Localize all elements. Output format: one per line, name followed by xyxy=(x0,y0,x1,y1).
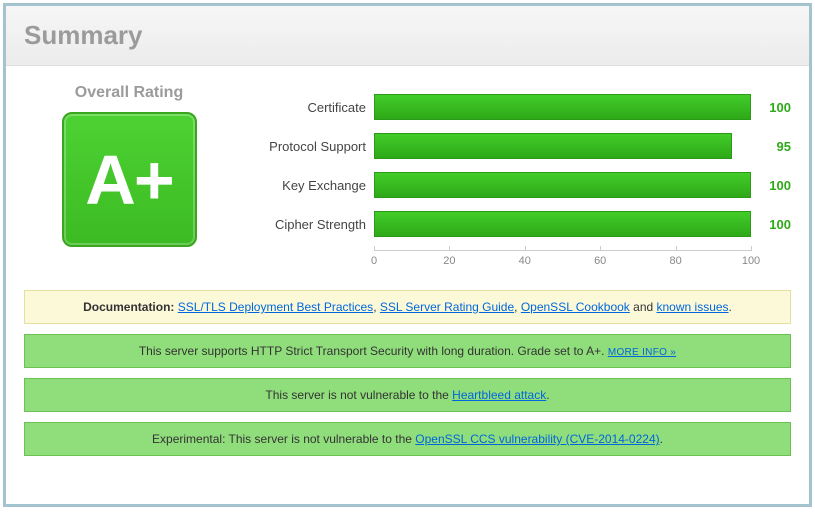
chart-row-label: Certificate xyxy=(234,100,374,115)
ccs-before: Experimental: This server is not vulnera… xyxy=(152,432,415,446)
summary-panel: Summary Overall Rating A+ Certificate 100… xyxy=(3,3,812,507)
panel-body: Overall Rating A+ Certificate 100 Protocol… xyxy=(6,66,809,456)
chart-row-value: 95 xyxy=(751,139,791,154)
heartbleed-link[interactable]: Heartbleed attack xyxy=(452,388,546,402)
chart-row-value: 100 xyxy=(751,217,791,232)
heartbleed-before: This server is not vulnerable to the xyxy=(265,388,452,402)
hsts-note: This server supports HTTP Strict Transpo… xyxy=(24,334,791,368)
chart-track xyxy=(374,94,751,120)
chart-row-value: 100 xyxy=(751,100,791,115)
chart-track xyxy=(374,133,751,159)
ccs-after: . xyxy=(660,432,663,446)
doc-and: and xyxy=(633,300,656,314)
chart-row: Protocol Support 95 xyxy=(234,133,791,159)
doc-prefix: Documentation: xyxy=(83,300,178,314)
axis-tick-label: 0 xyxy=(371,255,377,267)
axis-tick-label: 40 xyxy=(519,255,531,267)
chart: Certificate 100 Protocol Support 95 Key Exch… xyxy=(234,84,791,272)
panel-header: Summary xyxy=(6,6,809,66)
chart-row: Cipher Strength 100 xyxy=(234,211,791,237)
chart-bar xyxy=(374,94,751,120)
chart-row-value: 100 xyxy=(751,178,791,193)
chart-track xyxy=(374,211,751,237)
rating-title: Overall Rating xyxy=(24,84,234,102)
chart-axis: 0 20 40 60 80 100 xyxy=(234,250,791,272)
ccs-note: Experimental: This server is not vulnera… xyxy=(24,422,791,456)
doc-link-rating-guide[interactable]: SSL Server Rating Guide xyxy=(380,300,514,314)
axis-tick-label: 80 xyxy=(669,255,681,267)
ccs-link[interactable]: OpenSSL CCS vulnerability (CVE-2014-0224… xyxy=(415,432,659,446)
chart-row-label: Cipher Strength xyxy=(234,217,374,232)
hsts-more-info-link[interactable]: MORE INFO » xyxy=(608,347,676,358)
rating-badge: A+ xyxy=(62,112,197,247)
chart-bar xyxy=(374,172,751,198)
chart-row: Certificate 100 xyxy=(234,94,791,120)
chart-row-label: Key Exchange xyxy=(234,178,374,193)
doc-link-best-practices[interactable]: SSL/TLS Deployment Best Practices xyxy=(178,300,373,314)
doc-link-known-issues[interactable]: known issues xyxy=(657,300,729,314)
heartbleed-after: . xyxy=(546,388,549,402)
axis-tick-label: 100 xyxy=(742,255,760,267)
chart-track xyxy=(374,172,751,198)
rating-column: Overall Rating A+ xyxy=(24,84,234,247)
hsts-text: This server supports HTTP Strict Transpo… xyxy=(139,344,608,358)
chart-bar xyxy=(374,211,751,237)
axis-tick-label: 60 xyxy=(594,255,606,267)
page-title: Summary xyxy=(24,20,791,51)
rating-grade: A+ xyxy=(85,140,172,220)
documentation-note: Documentation: SSL/TLS Deployment Best P… xyxy=(24,290,791,324)
axis-tick-label: 20 xyxy=(443,255,455,267)
doc-link-openssl-cookbook[interactable]: OpenSSL Cookbook xyxy=(521,300,630,314)
chart-bar xyxy=(374,133,732,159)
doc-suffix: . xyxy=(729,300,732,314)
chart-row-label: Protocol Support xyxy=(234,139,374,154)
heartbleed-note: This server is not vulnerable to the Hea… xyxy=(24,378,791,412)
chart-row: Key Exchange 100 xyxy=(234,172,791,198)
top-row: Overall Rating A+ Certificate 100 Protocol… xyxy=(24,84,791,272)
